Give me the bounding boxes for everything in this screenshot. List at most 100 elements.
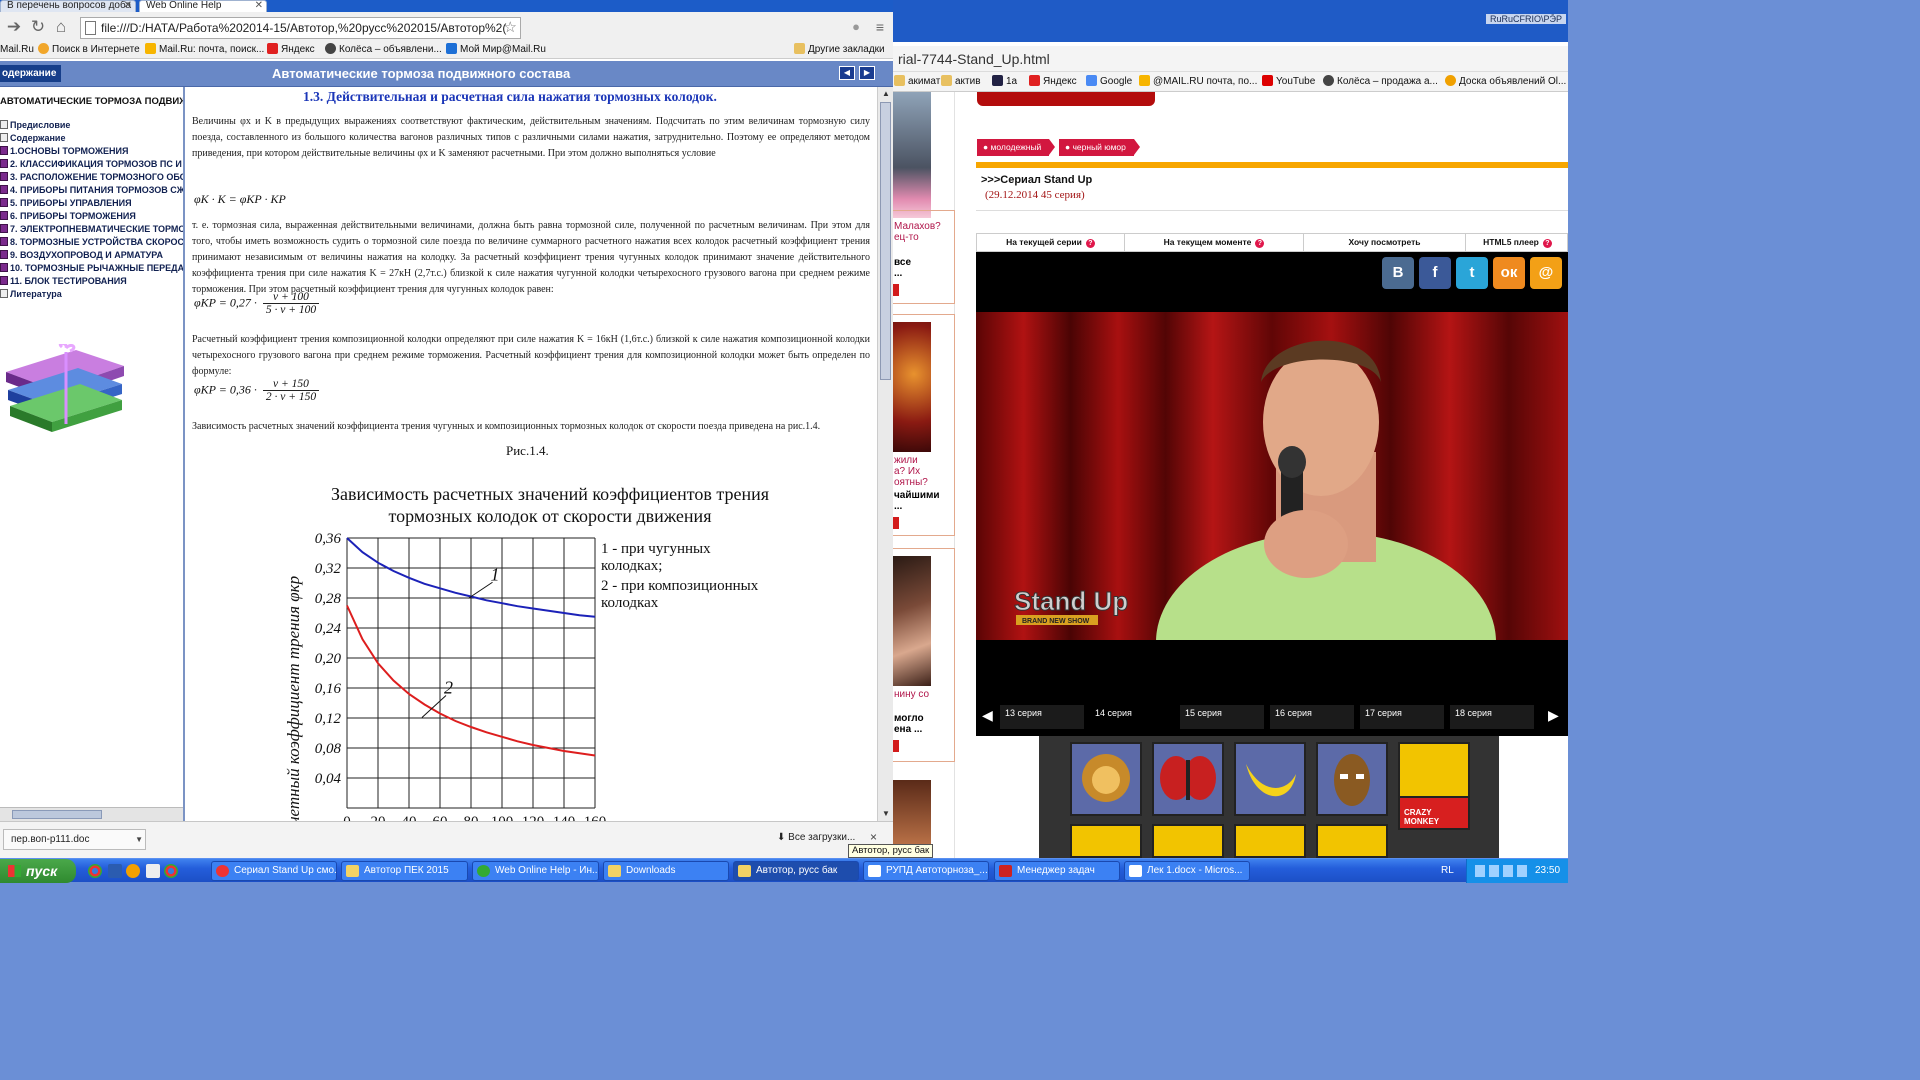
bookmark-search[interactable]: Поиск в Интернете (38, 43, 140, 57)
help-icon[interactable]: ? (1085, 239, 1095, 248)
toc-item[interactable]: 10. ТОРМОЗНЫЕ РЫЧАЖНЫЕ ПЕРЕДА (0, 262, 183, 275)
taskbar-btn-word-doc[interactable]: Лек 1.docx - Micros... (1124, 861, 1250, 881)
toc-item[interactable]: 6. ПРИБОРЫ ТОРМОЖЕНИЯ (0, 210, 183, 223)
toc-horizontal-scrollbar[interactable] (0, 807, 183, 821)
bookmark-google[interactable]: Google (1086, 75, 1132, 89)
tab-want-watch[interactable]: Хочу посмотреть (1304, 234, 1466, 251)
home-icon[interactable]: ⌂ (51, 17, 71, 37)
bookmark-aktiv[interactable]: актив (941, 75, 981, 89)
toc-item[interactable]: Предисловие (0, 119, 183, 132)
star-icon[interactable]: ☆ (504, 18, 517, 38)
forward-icon[interactable]: ➔ (4, 17, 24, 37)
prev-arrow-icon[interactable]: ◀ (839, 66, 855, 80)
clock[interactable]: 23:50 (1535, 859, 1560, 883)
taskbar-btn-avtotor-pek[interactable]: Автотор ПЕК 2015 (341, 861, 468, 881)
odnoklassniki-icon[interactable]: ок (1493, 257, 1525, 289)
toc-item[interactable]: 3. РАСПОЛОЖЕНИЕ ТОРМОЗНОГО ОБС (0, 171, 183, 184)
tab-current-moment[interactable]: На текущем моменте? (1125, 234, 1304, 251)
scroll-down-icon[interactable]: ▼ (878, 807, 893, 821)
chrome-icon[interactable] (164, 864, 178, 878)
scroll-up-icon[interactable]: ▲ (878, 87, 893, 101)
right-tab-label[interactable]: RuRuCFRIO\РЭ̄Р (1486, 14, 1566, 24)
news-photo-4[interactable] (893, 780, 931, 850)
toc-item[interactable]: 8. ТОРМОЗНЫЕ УСТРОЙСТВА СКОРОСТ (0, 236, 183, 249)
menu-icon[interactable]: ≡ (870, 17, 890, 37)
taskbar-btn-web-help[interactable]: Web Online Help - Ин... (472, 861, 599, 881)
toc-item[interactable]: 5. ПРИБОРЫ УПРАВЛЕНИЯ (0, 197, 183, 210)
close-downloads-icon[interactable]: × (870, 830, 877, 844)
language-indicator[interactable]: RL (1441, 859, 1454, 883)
word-icon[interactable] (108, 864, 122, 878)
video-player[interactable]: В f t ок @ Stand Up BRAND NEW SHOW ◀ 13 … (976, 252, 1568, 736)
toc-item[interactable]: 4. ПРИБОРЫ ПИТАНИЯ ТОРМОЗОВ СЖ (0, 184, 183, 197)
tab-current-episode[interactable]: На текущей серии? (977, 234, 1125, 251)
taskbar-btn-downloads[interactable]: Downloads (603, 861, 729, 881)
toc-item[interactable]: 2. КЛАССИФИКАЦИЯ ТОРМОЗОВ ПС И (0, 158, 183, 171)
content-vertical-scrollbar[interactable]: ▲ ▼ (877, 87, 893, 821)
bookmark-moimir[interactable]: Мой Мир@Mail.Ru (446, 43, 546, 57)
toc-item[interactable]: Содержание (0, 132, 183, 145)
toc-item[interactable]: 7. ЭЛЕКТРОПНЕВМАТИЧЕСКИЕ ТОРМОЗ (0, 223, 183, 236)
mail-icon[interactable]: @ (1530, 257, 1562, 289)
close-icon[interactable]: ✕ (124, 1, 132, 11)
bookmark-kolesa[interactable]: Колёса – объявлени... (325, 43, 442, 57)
tag-youth[interactable]: ● молодежный (977, 139, 1056, 156)
facebook-icon[interactable]: f (1419, 257, 1451, 289)
twitter-icon[interactable]: t (1456, 257, 1488, 289)
help-icon[interactable]: ? (1542, 239, 1552, 248)
address-bar[interactable]: file:///D:/НАТА/Работа%202014-15/Автотор… (80, 17, 521, 39)
taskbar-btn-task-manager[interactable]: Менеджер задач (994, 861, 1120, 881)
reload-icon[interactable]: ↻ (28, 17, 48, 37)
toc-item[interactable]: 11. БЛОК ТЕСТИРОВАНИЯ (0, 275, 183, 288)
help-icon[interactable]: ? (1255, 239, 1265, 248)
taskbar-btn-standup[interactable]: Сериал Stand Up смо... (211, 861, 337, 881)
toc-heading[interactable]: АВТОМАТИЧЕСКИЕ ТОРМОЗА ПОДВИЖН (0, 96, 183, 107)
chrome-icon[interactable] (88, 864, 102, 878)
next-arrow-icon[interactable]: ▶ (859, 66, 875, 80)
bookmark-youtube[interactable]: YouTube (1262, 75, 1315, 89)
episode-17[interactable]: 17 серия (1360, 705, 1444, 729)
tab-questions[interactable]: В перечень вопросов доба ✕ (0, 0, 136, 12)
scroll-thumb[interactable] (12, 810, 102, 819)
taskbar-btn-avtotor-rus[interactable]: Автотор, русс бак (733, 861, 859, 881)
bookmark-mail[interactable]: Mail.Ru: почта, поиск... (145, 43, 264, 57)
winamp-icon[interactable] (126, 864, 140, 878)
tab-web-online-help[interactable]: Web Online Help ✕ (139, 0, 267, 12)
bookmark-1a[interactable]: 1а (992, 75, 1017, 89)
episode-15[interactable]: 15 серия (1180, 705, 1264, 729)
taskbar-btn-rupd[interactable]: РУПД Автоторноза_... (863, 861, 989, 881)
news-text[interactable]: все (894, 257, 911, 268)
scroll-thumb[interactable] (880, 102, 891, 380)
toc-item[interactable]: 9. ВОЗДУХОПРОВОД И АРМАТУРА (0, 249, 183, 262)
bookmark-olx[interactable]: Доска объявлений Ol... (1445, 75, 1566, 89)
notepad-icon[interactable] (146, 864, 160, 878)
tab-html5-player[interactable]: HTML5 плеер? (1466, 234, 1568, 251)
chevron-down-icon[interactable]: ▼ (135, 830, 143, 849)
all-downloads-link[interactable]: ⬇ Все загрузки... (777, 832, 855, 843)
slot-machine-banner[interactable]: CRAZY MONKEY (1039, 736, 1499, 858)
bookmark-yandex-r[interactable]: Яндекс (1029, 75, 1077, 89)
extension-icon[interactable]: ● (846, 17, 866, 37)
vk-icon[interactable]: В (1382, 257, 1414, 289)
toc-item[interactable]: Литература (0, 288, 183, 301)
tag-black-humor[interactable]: ● черный юмор (1059, 139, 1140, 156)
bookmark-other[interactable]: Другие закладки (794, 43, 885, 57)
bookmark-akimat[interactable]: акимат (894, 75, 940, 89)
bookmark-yandex[interactable]: Яндекс (267, 43, 315, 57)
episode-14[interactable]: 14 серия (1090, 705, 1174, 729)
news-button[interactable] (893, 284, 899, 296)
top-banner[interactable] (977, 92, 1155, 106)
right-address-bar[interactable]: rial-7744-Stand_Up.html (893, 46, 1568, 72)
toc-item[interactable]: 1.ОСНОВЫ ТОРМОЖЕНИЯ (0, 145, 183, 158)
start-button[interactable]: пуск (0, 859, 76, 883)
news-text[interactable]: ... (894, 268, 902, 279)
download-item[interactable]: пер.воп-р111.doc ▼ (3, 829, 146, 850)
episode-13[interactable]: 13 серия (1000, 705, 1084, 729)
episode-16[interactable]: 16 серия (1270, 705, 1354, 729)
tray-icons[interactable] (1475, 865, 1531, 877)
close-icon[interactable]: ✕ (255, 1, 263, 11)
bookmark-mailru[interactable]: Mail.Ru (0, 43, 34, 57)
news-photo-1[interactable] (893, 92, 931, 218)
contents-button[interactable]: одержание (0, 65, 61, 82)
episode-18[interactable]: 18 серия (1450, 705, 1534, 729)
